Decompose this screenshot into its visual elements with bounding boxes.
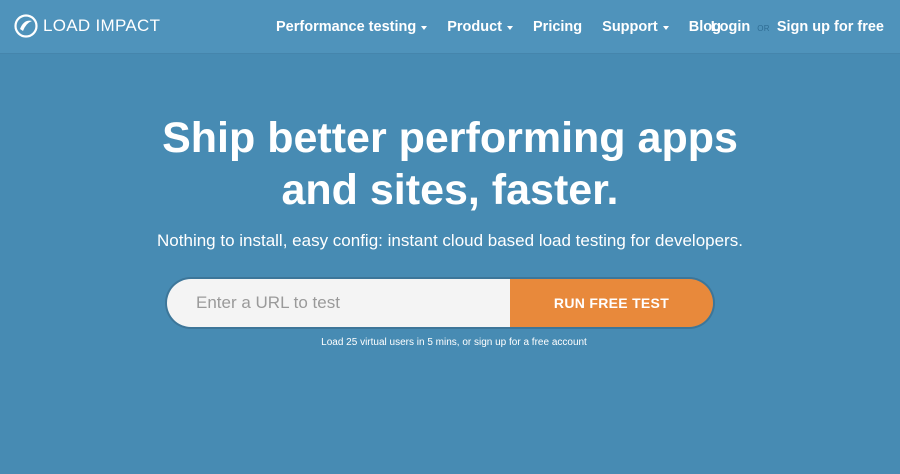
nav-item-label: Pricing	[533, 19, 583, 35]
chevron-down-icon	[662, 26, 669, 30]
or-separator: OR	[757, 24, 770, 33]
nav-item-label: Product	[447, 19, 502, 35]
hero-title: Ship better performing apps and sites, f…	[0, 112, 900, 216]
nav-item-support[interactable]: Support	[602, 19, 669, 35]
hero-title-line-2: and sites, faster.	[281, 166, 619, 214]
chevron-down-icon	[507, 26, 513, 30]
url-test-form: RUN FREE TEST	[167, 279, 713, 327]
nav-item-pricing[interactable]: Pricing	[533, 19, 582, 35]
hero-subtitle: Nothing to install, easy config: instant…	[157, 231, 743, 250]
nav-item-label: Support	[602, 19, 658, 35]
load-impact-logo-icon	[14, 14, 38, 38]
nav-item-product[interactable]: Product	[447, 19, 513, 35]
brand-name: LOAD IMPACT	[43, 16, 161, 35]
auth-links: Login OR Sign up for free	[711, 17, 884, 37]
chevron-down-icon	[421, 26, 428, 30]
hero-title-line-1: Ship better performing apps	[162, 114, 738, 162]
main-nav: Performance testing Product Pricing Supp…	[276, 17, 741, 37]
top-navbar: LOAD IMPACT Performance testing Product …	[0, 0, 900, 54]
form-note: Load 25 virtual users in 5 mins, or sign…	[321, 337, 587, 348]
nav-item-label: Performance testing	[276, 19, 417, 35]
signup-link[interactable]: Sign up for free	[777, 19, 884, 35]
run-free-test-button[interactable]: RUN FREE TEST	[510, 279, 713, 327]
nav-item-performance-testing[interactable]: Performance testing	[276, 19, 428, 35]
login-link[interactable]: Login	[711, 19, 750, 35]
url-input[interactable]	[167, 279, 510, 327]
brand-logo[interactable]: LOAD IMPACT	[14, 13, 160, 39]
